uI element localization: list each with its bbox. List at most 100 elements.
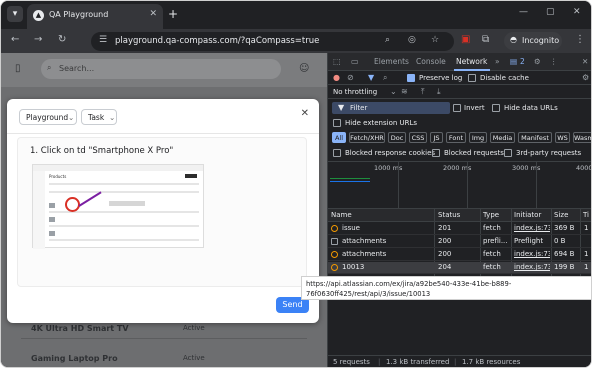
project-select-value: Playground <box>26 113 69 122</box>
bookmark-star-icon[interactable]: ☆ <box>431 35 439 45</box>
browser-toolbar: ← → ↻ ☰ playground.qa-compass.com/?qaCom… <box>1 29 591 53</box>
type-select[interactable]: Task ⌄ <box>81 109 117 125</box>
blocked-requests-checkbox[interactable] <box>432 149 440 157</box>
request-initiator[interactable]: Preflight <box>514 237 550 245</box>
tab-title: QA Playground <box>49 10 109 19</box>
screenshot-button <box>185 174 197 178</box>
filter-chip-all[interactable]: All <box>332 132 346 143</box>
incognito-button[interactable]: ◓ Incognito <box>504 32 562 50</box>
filter-chip-css[interactable]: CSS <box>409 132 427 143</box>
sidebar-toggle-icon[interactable]: ▯ <box>15 63 21 74</box>
filter-icon[interactable]: ▼ <box>368 73 374 82</box>
filter-chip-js[interactable]: JS <box>430 132 443 143</box>
record-icon[interactable]: ● <box>333 73 340 82</box>
throttling-select[interactable]: No throttling <box>333 88 377 96</box>
blocked-cookies-checkbox[interactable] <box>333 149 341 157</box>
issues-icon[interactable]: ▤ <box>510 57 517 66</box>
extension-red-icon[interactable]: ▣ <box>461 34 470 45</box>
chevron-down-icon[interactable]: ⌄ <box>390 87 397 96</box>
wifi-icon[interactable]: ≋ <box>401 87 408 96</box>
zoom-icon[interactable]: ⌕ <box>385 35 390 45</box>
product-row[interactable]: Gaming Laptop Pro Active <box>1 351 327 367</box>
back-icon[interactable]: ← <box>11 34 19 45</box>
tab-console[interactable]: Console <box>416 57 446 66</box>
new-tab-icon[interactable]: + <box>168 7 178 21</box>
disable-cache-checkbox[interactable] <box>468 74 476 82</box>
invert-checkbox[interactable] <box>453 104 461 112</box>
hide-extension-urls-checkbox[interactable] <box>333 119 341 127</box>
table-row[interactable]: attachments 200 prefli... Preflight 0 B <box>328 236 591 248</box>
close-icon[interactable]: ✕ <box>301 108 309 119</box>
filter-chip-media[interactable]: Media <box>490 132 515 143</box>
network-settings-icon[interactable]: ⚙ <box>582 73 589 82</box>
eye-off-icon[interactable]: ◎ <box>408 35 416 45</box>
table-row[interactable]: issue 201 fetch index.js:735 369 B 1 <box>328 223 591 235</box>
filter-chip-manifest[interactable]: Manifest <box>518 132 552 143</box>
import-har-icon[interactable]: ⤒ <box>421 87 425 97</box>
click-marker-arrow <box>78 191 102 207</box>
filter-placeholder: Filter <box>350 104 368 112</box>
minimize-icon[interactable]: — <box>519 7 528 17</box>
filter-chip-wasm[interactable]: Wasm <box>573 132 591 143</box>
col-initiator[interactable]: Initiator <box>514 211 541 219</box>
device-toggle-icon[interactable]: ▭ <box>351 57 359 66</box>
tab-search-icon[interactable]: ▾ <box>7 6 23 22</box>
product-name: Gaming Laptop Pro <box>31 354 118 363</box>
tab-close-icon[interactable]: ✕ <box>149 9 157 19</box>
tab-elements[interactable]: Elements <box>374 57 409 66</box>
screenshot-product-thumb <box>49 203 55 208</box>
filter-chip-font[interactable]: Font <box>446 132 466 143</box>
request-time: 1 <box>584 224 589 232</box>
col-status[interactable]: Status <box>438 211 460 219</box>
favicon-icon: ▲ <box>33 10 44 21</box>
filter-chip-img[interactable]: Img <box>469 132 487 143</box>
col-name[interactable]: Name <box>331 211 352 219</box>
project-select[interactable]: Playground ⌄ <box>19 109 77 125</box>
url-text[interactable]: playground.qa-compass.com/?qaCompass=tru… <box>115 36 319 46</box>
request-initiator[interactable]: index.js:735 <box>514 250 550 258</box>
settings-icon[interactable]: ⚙ <box>534 57 541 66</box>
request-name: attachments <box>342 250 387 258</box>
maximize-icon[interactable]: ▢ <box>546 7 555 17</box>
product-row[interactable]: 4K Ultra HD Smart TV Active <box>1 321 327 339</box>
table-row[interactable]: 10013 204 fetch index.js:735 199 B 1 <box>328 262 591 274</box>
filter-input[interactable]: ▼ Filter <box>332 102 450 114</box>
site-info-icon[interactable]: ☰ <box>99 35 107 45</box>
third-party-checkbox[interactable] <box>504 149 512 157</box>
col-size[interactable]: Size <box>554 211 568 219</box>
more-menu-icon[interactable]: ⋮ <box>575 34 585 45</box>
issues-count[interactable]: 2 <box>520 57 525 66</box>
page-search-input[interactable]: ⌕ Search... <box>41 59 281 79</box>
close-devtools-icon[interactable]: ✕ <box>582 57 588 66</box>
request-initiator[interactable]: index.js:735 <box>514 224 550 232</box>
request-initiator[interactable]: index.js:735 <box>514 263 550 271</box>
browser-tab[interactable]: ▲ QA Playground ✕ <box>27 4 163 29</box>
screenshot-highlight <box>109 201 145 206</box>
filter-chip-ws[interactable]: WS <box>555 132 570 143</box>
close-window-icon[interactable]: ✕ <box>573 7 581 17</box>
more-options-icon[interactable]: ⋮ <box>550 57 558 66</box>
filter-chip-doc[interactable]: Doc <box>388 132 406 143</box>
search-icon[interactable]: ⌕ <box>383 73 387 83</box>
preserve-log-checkbox[interactable] <box>407 74 415 82</box>
table-row[interactable]: attachments 200 fetch index.js:735 694 B… <box>328 249 591 261</box>
hide-data-urls-checkbox[interactable] <box>492 104 500 112</box>
timeline-gridline <box>398 162 399 210</box>
export-har-icon[interactable]: ⤓ <box>437 87 441 97</box>
forward-icon[interactable]: → <box>34 34 42 45</box>
address-bar[interactable]: ☰ playground.qa-compass.com/?qaCompass=t… <box>91 32 454 51</box>
clear-icon[interactable]: ⊘ <box>347 73 354 82</box>
col-time[interactable]: Ti <box>583 211 589 219</box>
user-icon[interactable]: ☺ <box>299 63 309 74</box>
timeline-overview[interactable]: 1000 ms 2000 ms 3000 ms 4000 <box>328 161 591 210</box>
request-count: 5 requests <box>333 358 370 366</box>
filter-chip-fetch[interactable]: Fetch/XHR <box>349 132 385 143</box>
status-divider: | <box>454 358 457 366</box>
tab-network[interactable]: Network <box>456 57 487 66</box>
more-tabs-icon[interactable]: » <box>495 57 500 66</box>
extensions-icon[interactable]: ⧉ <box>482 34 489 45</box>
col-type[interactable]: Type <box>483 211 499 219</box>
inspect-icon[interactable]: ⬚ <box>333 57 341 66</box>
reload-icon[interactable]: ↻ <box>58 34 66 45</box>
step-screenshot[interactable]: Products <box>32 164 204 249</box>
